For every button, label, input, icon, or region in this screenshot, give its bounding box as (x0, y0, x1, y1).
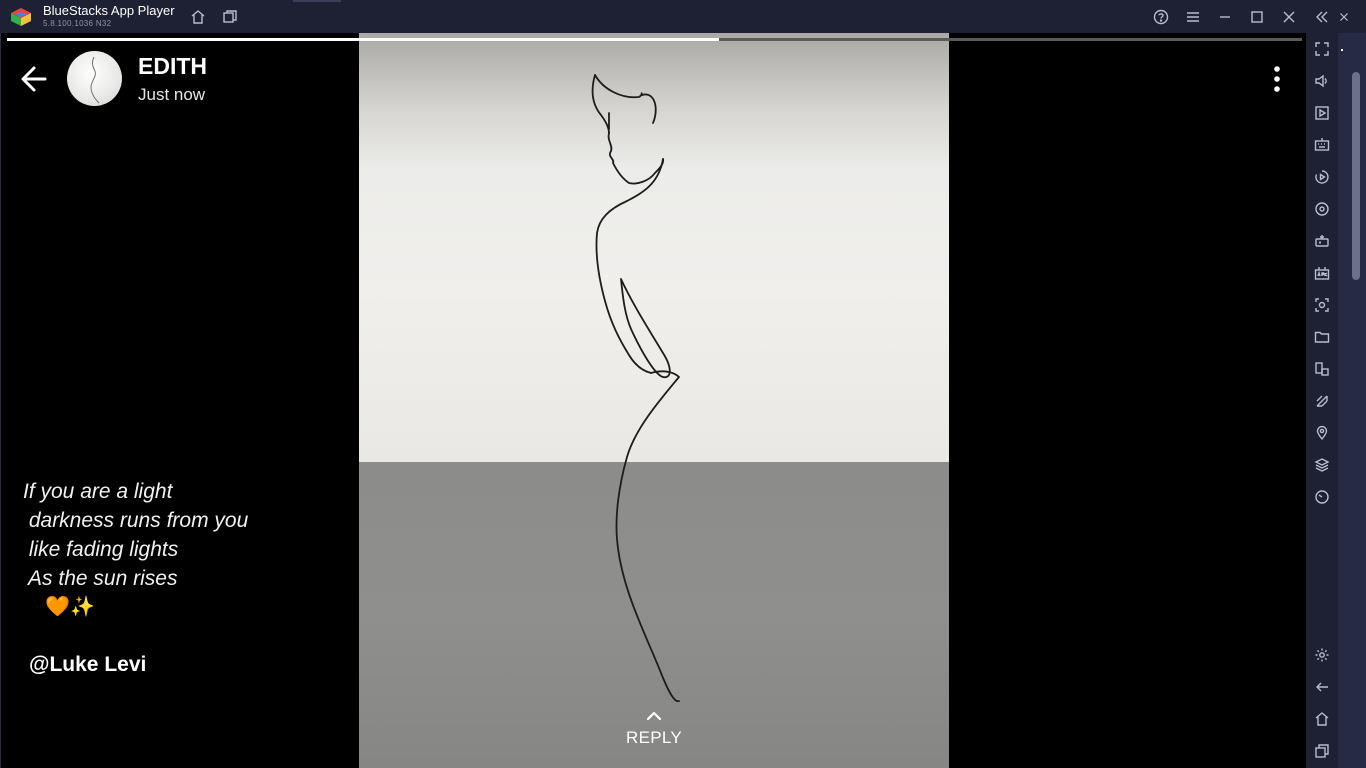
caption-emoji-line: 🧡✨ (23, 596, 96, 618)
story-caption: If you are a light darkness runs from yo… (23, 477, 248, 622)
eco-mode-icon[interactable] (1312, 391, 1332, 411)
home-icon[interactable] (1312, 709, 1332, 729)
keyboard-icon[interactable] (1312, 135, 1332, 155)
story-image (359, 33, 949, 768)
reply-button[interactable]: REPLY (623, 708, 685, 748)
performance-icon[interactable] (1312, 487, 1332, 507)
media-icon[interactable] (1312, 103, 1332, 123)
app-version: 5.8.100.1036 N32 (43, 19, 112, 28)
folder-icon[interactable] (1312, 327, 1332, 347)
bluestacks-logo-icon (11, 8, 31, 26)
menu-icon[interactable] (1183, 7, 1203, 27)
close-sidebar-icon[interactable] (1334, 7, 1354, 27)
android-screen: EDITH Just now If you are a light darkne… (0, 33, 1306, 768)
avatar[interactable] (67, 51, 122, 106)
caption-line: like fading lights (23, 538, 179, 561)
more-options-icon[interactable] (1267, 65, 1287, 93)
caption-line: darkness runs from you (23, 509, 249, 532)
story-progress-fill (7, 38, 720, 41)
reply-label: REPLY (626, 728, 682, 747)
story-progress-bar (7, 38, 1302, 41)
caption-line: As the sun rises (23, 567, 178, 590)
back-arrow-icon[interactable] (19, 63, 51, 95)
app-title: BlueStacks App Player (43, 3, 175, 18)
help-icon[interactable] (1151, 7, 1171, 27)
settings-icon[interactable] (1312, 645, 1332, 665)
collapse-sidebar-icon[interactable] (1312, 7, 1332, 27)
sidebar-indicator-dot (1341, 49, 1343, 51)
apk-icon[interactable] (1312, 263, 1332, 283)
home-icon[interactable] (188, 7, 208, 27)
story-timestamp: Just now (138, 85, 206, 104)
volume-icon[interactable] (1312, 71, 1332, 91)
minimize-icon[interactable] (1215, 7, 1235, 27)
title-bar: BlueStacks App Player 5.8.100.1036 N32 (0, 0, 1366, 33)
story-username[interactable]: EDITH (138, 53, 207, 80)
sync-icon[interactable] (1312, 199, 1332, 219)
caption-line: If you are a light (23, 480, 173, 503)
line-art-figure (591, 74, 680, 703)
location-icon[interactable] (1312, 423, 1332, 443)
close-icon[interactable] (1279, 7, 1299, 27)
tab-indicator (293, 0, 341, 2)
multi-instance-icon[interactable] (220, 7, 240, 27)
layers-icon[interactable] (1312, 455, 1332, 475)
chevron-up-icon (646, 711, 662, 721)
gamepad-icon[interactable] (1312, 231, 1332, 251)
maximize-icon[interactable] (1247, 7, 1267, 27)
screenshot-icon[interactable] (1312, 295, 1332, 315)
macro-icon[interactable] (1312, 167, 1332, 187)
sidebar-scrollbar[interactable] (1352, 72, 1360, 280)
fullscreen-icon[interactable] (1312, 39, 1332, 59)
multi-window-icon[interactable] (1312, 359, 1332, 379)
back-icon[interactable] (1312, 677, 1332, 697)
mention-tag[interactable]: @Luke Levi (29, 653, 146, 677)
recents-icon[interactable] (1312, 741, 1332, 761)
right-toolbar (1306, 33, 1338, 768)
